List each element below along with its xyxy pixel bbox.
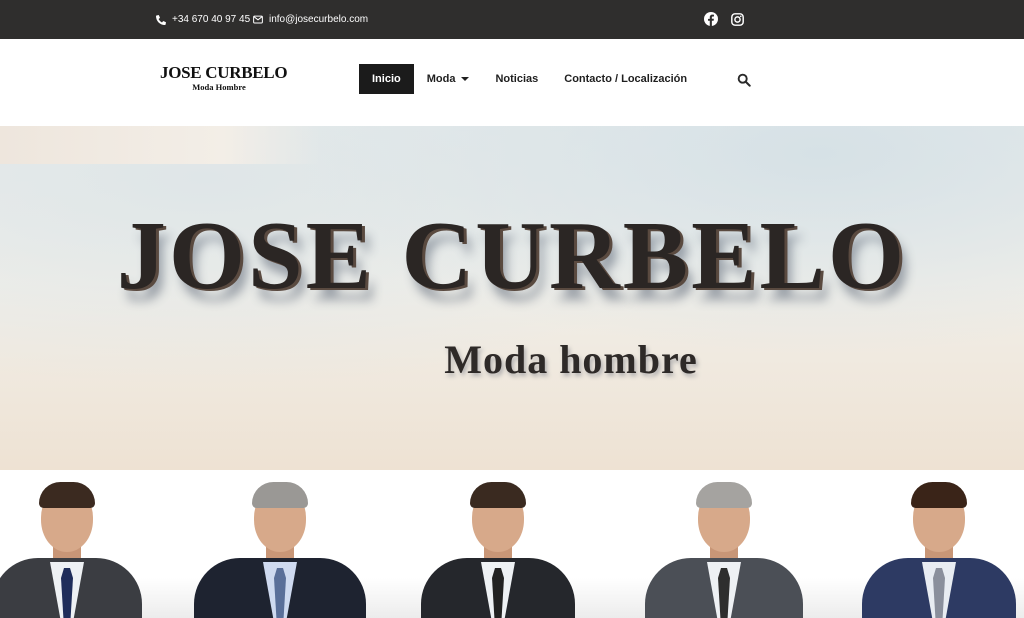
model-photo bbox=[0, 470, 142, 618]
hero-banner: JOSE CURBELO Moda hombre bbox=[0, 126, 1024, 470]
phone-contact[interactable]: +34 670 40 97 45 bbox=[156, 0, 250, 39]
hero-backdrop bbox=[0, 126, 320, 164]
model-photo bbox=[862, 470, 1016, 618]
hero-title: JOSE CURBELO bbox=[116, 202, 908, 310]
top-bar: +34 670 40 97 45 info@josecurbelo.com bbox=[0, 0, 1024, 39]
main-nav: Inicio Moda Noticias Contacto / Localiza… bbox=[359, 64, 687, 94]
email-address: info@josecurbelo.com bbox=[269, 14, 369, 25]
model-photo bbox=[421, 470, 575, 618]
site-logo[interactable]: JOSE CURBELO Moda Hombre bbox=[160, 63, 288, 93]
nav-item-inicio[interactable]: Inicio bbox=[359, 64, 414, 94]
models-photo-strip bbox=[0, 470, 1024, 618]
nav-item-moda[interactable]: Moda bbox=[427, 64, 470, 94]
phone-icon bbox=[156, 14, 166, 25]
nav-item-contacto[interactable]: Contacto / Localización bbox=[564, 64, 687, 94]
logo-title: JOSE CURBELO bbox=[160, 63, 288, 82]
instagram-icon[interactable] bbox=[729, 11, 745, 27]
logo-subtitle: Moda Hombre bbox=[192, 82, 246, 92]
email-contact[interactable]: info@josecurbelo.com bbox=[253, 0, 368, 39]
nav-item-noticias[interactable]: Noticias bbox=[495, 64, 538, 94]
envelope-icon bbox=[253, 15, 263, 24]
facebook-icon[interactable] bbox=[703, 11, 719, 27]
phone-number: +34 670 40 97 45 bbox=[172, 14, 251, 25]
model-photo bbox=[194, 470, 366, 618]
model-photo bbox=[645, 470, 803, 618]
site-header: JOSE CURBELO Moda Hombre Inicio Moda Not… bbox=[0, 39, 1024, 126]
caret-down-icon bbox=[461, 77, 470, 81]
nav-item-moda-label: Moda bbox=[426, 73, 456, 85]
search-icon[interactable] bbox=[737, 73, 751, 87]
hero-subtitle: Moda hombre bbox=[444, 337, 698, 382]
